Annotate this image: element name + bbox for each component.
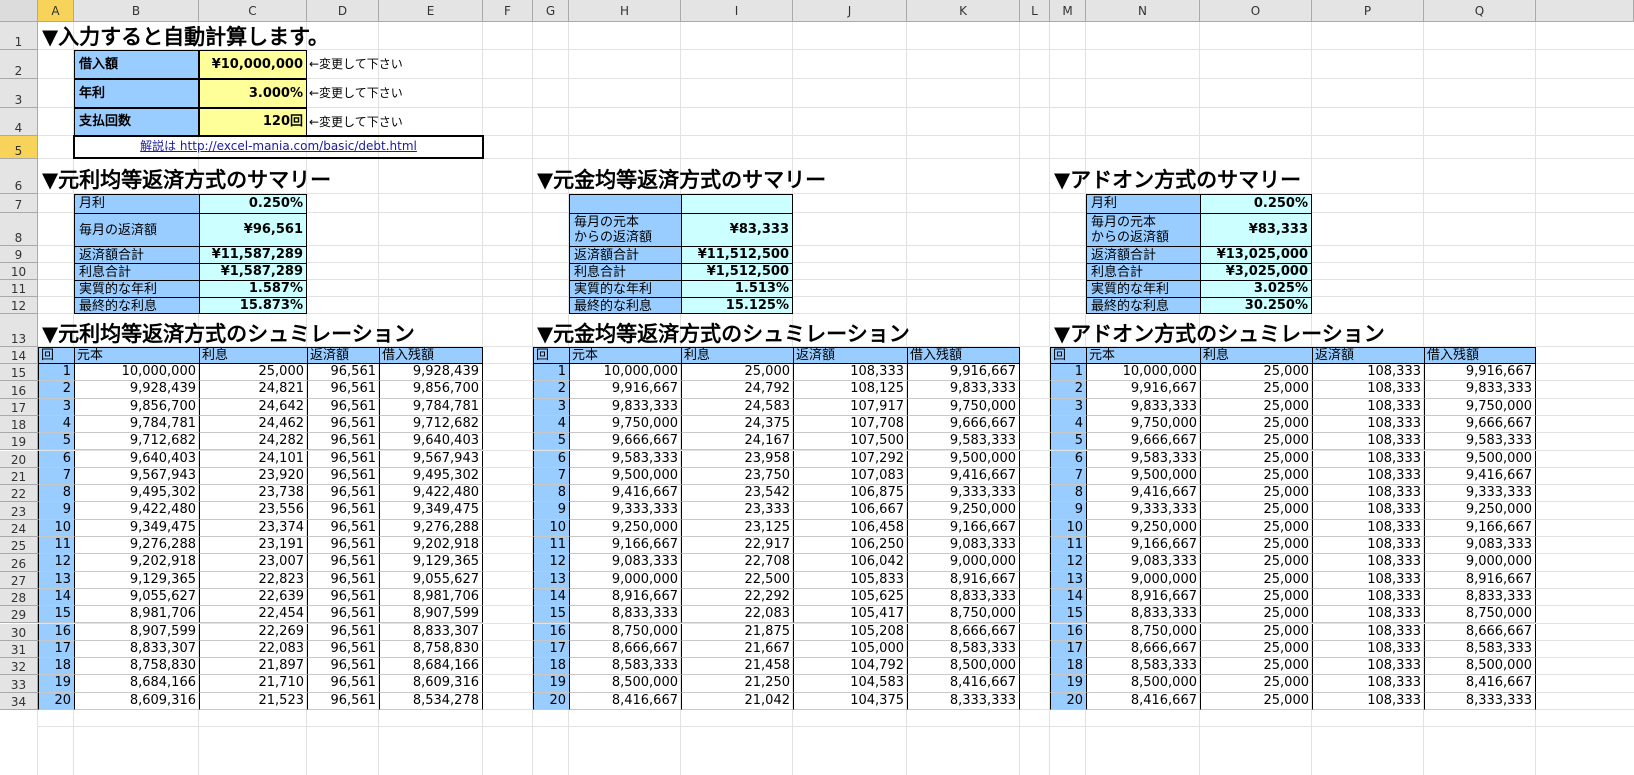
cell-borders <box>0 0 1634 775</box>
spreadsheet-grid[interactable]: ABCDEFGHIJKLMNOPQ 1 2 3 4 5 6 7 8 9 10 11 12 13 14 15 1… <box>0 0 1634 775</box>
